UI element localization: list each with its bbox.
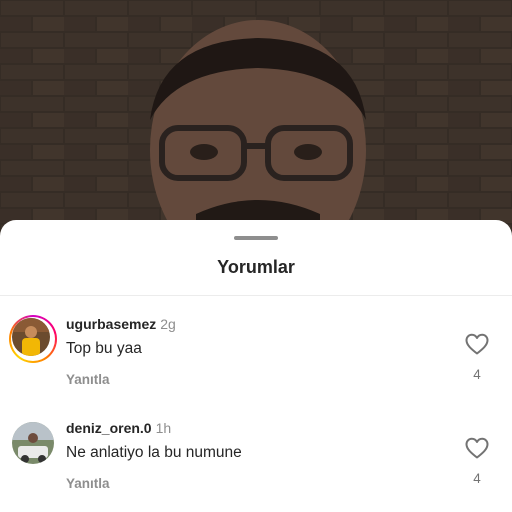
heart-outline-icon[interactable] [464, 436, 490, 460]
like-count: 4 [473, 367, 481, 382]
reply-button[interactable]: Yanıtla [66, 372, 110, 387]
comment-username[interactable]: deniz_oren.0 [66, 420, 152, 436]
comment-item: ugurbasemez 2g Top bu yaa Yanıtla 4 [0, 312, 512, 402]
divider [0, 295, 512, 296]
avatar-photo [12, 422, 54, 464]
avatar-photo [12, 318, 50, 356]
avatar[interactable] [12, 422, 54, 464]
sheet-drag-handle[interactable] [234, 236, 278, 240]
comment-text: Top bu yaa [66, 340, 142, 357]
sheet-title: Yorumlar [217, 257, 295, 277]
comment-time: 1h [155, 420, 172, 436]
like-count: 4 [473, 471, 481, 486]
comments-sheet: Yorumlar ugurbasemez 2g Top bu yaa Yanıtl… [0, 220, 512, 512]
comment-text: Ne anlatiyo la bu numune [66, 444, 242, 461]
comment-time: 2g [160, 316, 176, 332]
comment-username[interactable]: ugurbasemez [66, 316, 156, 332]
heart-outline-icon[interactable] [464, 332, 490, 356]
comment-item: deniz_oren.0 1h Ne anlatiyo la bu numune … [0, 416, 512, 506]
avatar[interactable] [9, 315, 57, 363]
reply-button[interactable]: Yanıtla [66, 476, 110, 491]
